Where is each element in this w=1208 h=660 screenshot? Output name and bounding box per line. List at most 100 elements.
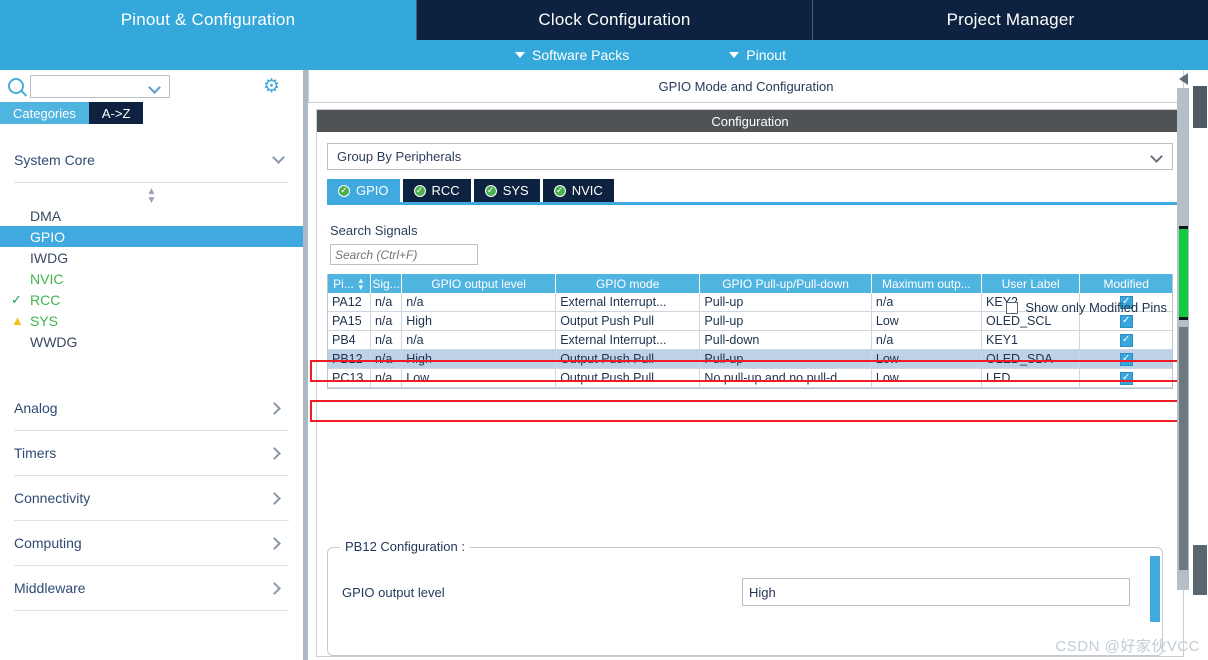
sidebar-item-gpio-label: GPIO	[30, 228, 66, 245]
gpio-output-level-dropdown[interactable]: High	[742, 578, 1130, 606]
tab-gpio-label: GPIO	[356, 183, 389, 198]
window-scrollbar-thumb-bottom[interactable]	[1193, 545, 1207, 595]
column-header-modified[interactable]: Modified	[1080, 274, 1172, 293]
cell-output-level: n/a	[402, 331, 557, 350]
sidebar-item-wwdg[interactable]: WWDG	[0, 331, 303, 352]
cell-output-level: High	[402, 350, 557, 369]
table-row[interactable]: PB4 n/a n/a External Interrupt... Pull-d…	[328, 331, 1172, 350]
show-modified-pins-checkbox[interactable]	[1006, 301, 1019, 314]
tab-gpio[interactable]: ✓ GPIO	[327, 179, 400, 202]
show-modified-pins-row[interactable]: Show only Modified Pins	[1006, 300, 1167, 315]
tab-pinout-configuration-label: Pinout & Configuration	[120, 10, 296, 29]
modified-checkbox[interactable]: ✓	[1119, 333, 1133, 347]
tab-sys[interactable]: ✓ SYS	[473, 179, 540, 202]
sidebar-section-middleware-label: Middleware	[14, 580, 86, 596]
table-row[interactable]: PB12 n/a High Output Push Pull Pull-up L…	[328, 350, 1172, 369]
arrow-left-icon[interactable]	[1179, 73, 1188, 85]
cell-gpio-mode: Output Push Pull	[556, 350, 701, 369]
tab-categories[interactable]: Categories	[0, 102, 89, 124]
tab-project-manager-label: Project Manager	[946, 10, 1075, 29]
column-header-max-output[interactable]: Maximum outp...	[871, 274, 982, 293]
column-header-pin[interactable]: Pi... ▲ ▼	[328, 274, 371, 293]
check-circle-icon: ✓	[338, 184, 350, 197]
sidebar-section-system-core[interactable]: System Core	[14, 138, 289, 183]
cell-pull: Pull-up	[700, 350, 872, 369]
tab-nvic[interactable]: ✓ NVIC	[542, 179, 614, 202]
column-header-output-level[interactable]: GPIO output level	[402, 274, 557, 293]
scroll-spinner-icon[interactable]: ▲ ▼	[0, 183, 303, 206]
group-by-dropdown[interactable]: Group By Peripherals	[327, 143, 1173, 170]
pin-config-label: GPIO output level	[342, 584, 445, 600]
cell-pin: PC13...	[328, 369, 371, 388]
cell-pin: PA12	[328, 293, 371, 312]
cell-user-label: OLED_SDA	[982, 350, 1081, 369]
chevron-right-icon	[268, 581, 281, 595]
sidebar-view-tabs: Categories A->Z	[0, 102, 303, 124]
cell-pin: PA15	[328, 312, 371, 331]
check-circle-icon: ✓	[553, 184, 566, 197]
sidebar-section-timers[interactable]: Timers	[14, 431, 289, 476]
pin-config-scrollbar-thumb[interactable]	[1150, 556, 1160, 622]
configuration-panel: GPIO Mode and Configuration Configuratio…	[308, 70, 1208, 660]
chevron-down-icon	[148, 80, 161, 94]
sidebar-item-nvic[interactable]: NVIC	[0, 268, 303, 289]
sub-tab-software-packs[interactable]: Software Packs	[515, 47, 629, 63]
search-signals-input[interactable]	[330, 244, 478, 265]
modified-checkbox[interactable]: ✓	[1119, 352, 1133, 366]
sub-tab-pinout[interactable]: Pinout	[729, 47, 786, 63]
sidebar-item-iwdg[interactable]: IWDG	[0, 247, 303, 268]
configuration-box: Configuration Group By Peripherals ✓ GPI…	[316, 109, 1184, 657]
show-modified-pins-label: Show only Modified Pins	[1025, 300, 1167, 315]
cell-output-level: High	[402, 312, 557, 331]
cell-max-output: Low	[871, 312, 983, 331]
tab-clock-configuration[interactable]: Clock Configuration	[417, 0, 813, 40]
sub-tab-bar: Software Packs Pinout	[0, 40, 1208, 70]
sidebar-section-middleware[interactable]: Middleware	[14, 566, 289, 611]
sidebar-item-nvic-label: NVIC	[30, 270, 64, 287]
cell-signal: n/a	[370, 369, 403, 388]
column-header-signal[interactable]: Sig...	[370, 274, 403, 293]
cell-pin: PB4	[328, 331, 371, 350]
mode-header: GPIO Mode and Configuration	[308, 70, 1184, 103]
sub-tab-software-packs-label: Software Packs	[532, 47, 630, 63]
sidebar-section-analog[interactable]: Analog	[14, 386, 289, 431]
tab-pinout-configuration[interactable]: Pinout & Configuration	[0, 0, 417, 40]
sidebar-section-computing[interactable]: Computing	[14, 521, 289, 566]
sidebar-item-rcc-label: RCC	[30, 291, 61, 308]
column-header-gpio-mode[interactable]: GPIO mode	[556, 274, 701, 293]
modified-checkbox[interactable]: ✓	[1119, 314, 1133, 328]
cell-signal: n/a	[370, 312, 403, 331]
check-circle-icon: ✓	[484, 184, 497, 197]
pin-configuration-legend: PB12 Configuration :	[340, 539, 470, 554]
peripheral-tab-bar: ✓ GPIO ✓ RCC ✓ SYS ✓ NVIC	[327, 179, 1183, 205]
panel-scrollbar-thumb-grey[interactable]	[1179, 327, 1188, 570]
chevron-down-icon	[272, 151, 285, 164]
sub-tab-pinout-label: Pinout	[746, 47, 786, 63]
cell-pull: Pull-up	[700, 312, 872, 331]
cell-user-label: LED	[982, 369, 1081, 388]
panel-scrollbar-thumb-green[interactable]	[1179, 226, 1188, 320]
tab-rcc[interactable]: ✓ RCC	[402, 179, 471, 202]
sidebar-item-sys[interactable]: ▲ SYS	[0, 310, 303, 331]
table-row[interactable]: PC13... n/a Low Output Push Pull No pull…	[328, 369, 1172, 388]
gear-icon[interactable]: ⚙	[263, 77, 282, 96]
modified-checkbox[interactable]: ✓	[1119, 371, 1133, 385]
sidebar-section-connectivity[interactable]: Connectivity	[14, 476, 289, 521]
mode-header-label: GPIO Mode and Configuration	[658, 78, 834, 94]
search-input[interactable]	[30, 74, 170, 98]
search-signals-group: Search Signals	[317, 205, 1183, 265]
sort-arrow-icon: ▲ ▼	[356, 275, 365, 292]
sidebar-item-rcc[interactable]: ✓ RCC	[0, 289, 303, 310]
warning-triangle-icon: ▲	[11, 313, 24, 328]
cell-max-output: n/a	[871, 331, 983, 350]
column-header-pull[interactable]: GPIO Pull-up/Pull-down	[700, 274, 872, 293]
chevron-down-icon	[729, 52, 740, 58]
sidebar: ⚙ Categories A->Z System Core ▲ ▼ DMA GPI…	[0, 70, 303, 660]
tab-project-manager[interactable]: Project Manager	[813, 0, 1208, 40]
window-scrollbar-thumb-top[interactable]	[1193, 86, 1207, 128]
sidebar-item-gpio[interactable]: GPIO	[0, 226, 303, 247]
tab-a-to-z[interactable]: A->Z	[88, 102, 144, 124]
window-scrollbar-track[interactable]	[1192, 82, 1208, 590]
column-header-user-label[interactable]: User Label	[981, 274, 1081, 293]
sidebar-item-dma[interactable]: DMA	[0, 205, 303, 226]
